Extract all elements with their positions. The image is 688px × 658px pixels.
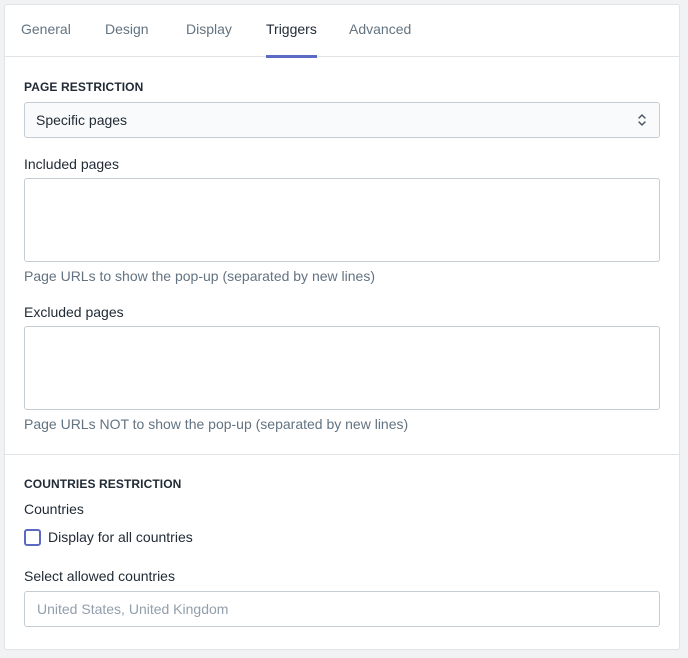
tab-display[interactable]: Display [186, 21, 232, 57]
display-all-countries-label: Display for all countries [48, 529, 193, 545]
settings-card: General Design Display Triggers Advanced… [4, 4, 680, 650]
tab-triggers[interactable]: Triggers [266, 21, 317, 58]
included-pages-textarea[interactable] [24, 178, 660, 262]
section-divider [5, 454, 679, 455]
included-pages-help: Page URLs to show the pop-up (separated … [24, 268, 375, 284]
tab-bar: General Design Display Triggers Advanced [5, 5, 679, 58]
page-restriction-select-value: Specific pages [36, 112, 128, 128]
excluded-pages-textarea[interactable] [24, 326, 660, 410]
countries-label: Countries [24, 501, 84, 517]
page-restriction-title: PAGE RESTRICTION [24, 80, 144, 94]
tab-advanced[interactable]: Advanced [349, 21, 411, 57]
display-all-countries-checkbox[interactable] [24, 529, 41, 546]
countries-restriction-title: COUNTRIES RESTRICTION [24, 477, 182, 491]
select-countries-label: Select allowed countries [24, 568, 175, 584]
chevron-up-down-icon [638, 114, 646, 126]
excluded-pages-label: Excluded pages [24, 304, 124, 320]
tab-design[interactable]: Design [105, 21, 149, 57]
allowed-countries-input[interactable] [24, 591, 660, 627]
tab-general[interactable]: General [21, 21, 71, 57]
included-pages-label: Included pages [24, 156, 119, 172]
page-restriction-select[interactable]: Specific pages [24, 102, 660, 138]
excluded-pages-help: Page URLs NOT to show the pop-up (separa… [24, 416, 409, 432]
